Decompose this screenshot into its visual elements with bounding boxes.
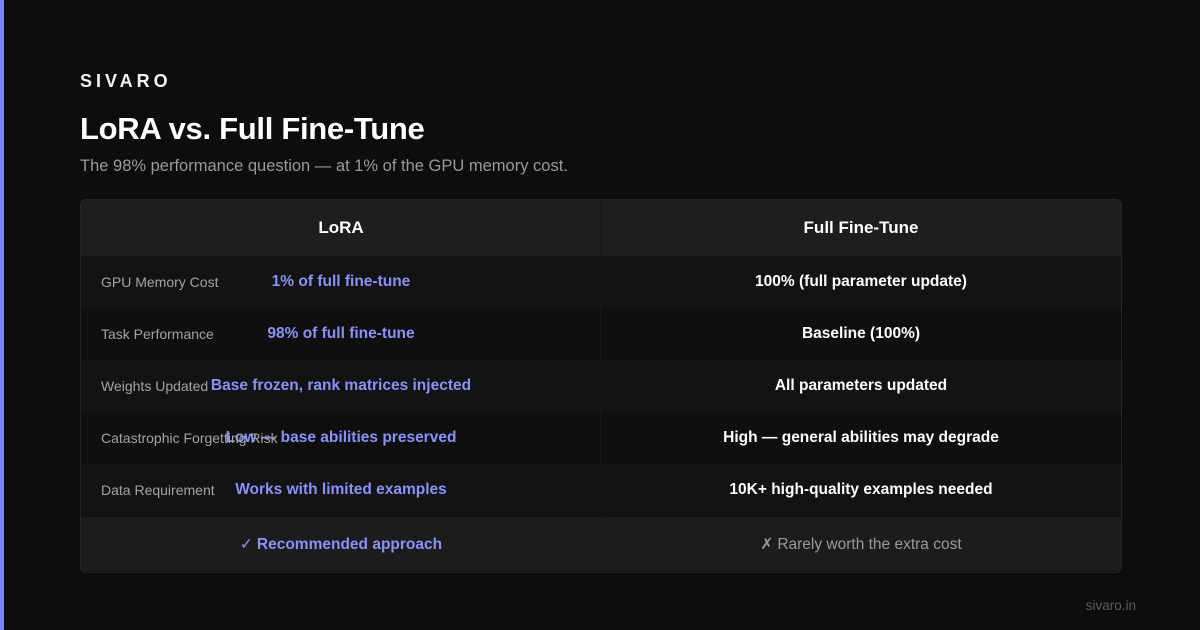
table-row: Works with limited examples Data Require… [81, 464, 1121, 516]
column-header-lora-label: LoRA [318, 218, 364, 237]
row-label: Task Performance [101, 326, 214, 342]
lora-value: 1% of full fine-tune [271, 273, 411, 290]
accent-bar [0, 0, 4, 630]
lora-verdict-label: Recommended approach [256, 535, 443, 553]
lora-value: Base frozen, rank matrices injected [210, 377, 472, 394]
brand-logo: SIVARO [80, 71, 172, 91]
full-fine-tune-verdict-cell: ✗ Rarely worth the extra cost [601, 517, 1121, 571]
full-fine-tune-cell: Baseline (100%) [601, 308, 1121, 360]
row-label: GPU Memory Cost [101, 274, 219, 290]
row-label: Data Requirement [101, 482, 215, 498]
full-fine-tune-cell: 100% (full parameter update) [601, 256, 1121, 308]
row-label: Catastrophic Forgetting Risk [101, 430, 278, 446]
column-header-full-fine-tune: Full Fine-Tune [601, 200, 1121, 256]
comparison-table: LoRA Full Fine-Tune 1% of full fine-tune… [80, 199, 1122, 573]
check-icon: ✓ [239, 535, 253, 553]
table-row: Base frozen, rank matrices injected Weig… [81, 360, 1121, 412]
full-fine-tune-cell: High — general abilities may degrade [601, 412, 1121, 464]
lora-verdict-cell: ✓ Recommended approach [81, 517, 601, 571]
page-subtitle: The 98% performance question — at 1% of … [80, 157, 568, 175]
full-fine-tune-value: High — general abilities may degrade [723, 429, 999, 446]
lora-value: Works with limited examples [235, 481, 447, 498]
table-footer-row: ✓ Recommended approach ✗ Rarely worth the … [81, 517, 1121, 571]
full-fine-tune-cell: 10K+ high-quality examples needed [601, 464, 1121, 516]
table-header-row: LoRA Full Fine-Tune [81, 200, 1121, 256]
page-title: LoRA vs. Full Fine-Tune [80, 111, 425, 146]
table-row: 1% of full fine-tune GPU Memory Cost 100… [81, 256, 1121, 308]
lora-value: 98% of full fine-tune [267, 325, 415, 342]
column-header-lora: LoRA [81, 200, 601, 256]
table-row: 98% of full fine-tune Task Performance B… [81, 308, 1121, 360]
full-fine-tune-value: All parameters updated [774, 377, 948, 394]
full-fine-tune-verdict-label: Rarely worth the extra cost [777, 535, 962, 553]
lora-verdict: ✓ Recommended approach [240, 535, 442, 554]
full-fine-tune-verdict: ✗ Rarely worth the extra cost [760, 535, 961, 554]
full-fine-tune-value: 10K+ high-quality examples needed [729, 481, 993, 498]
site-url: sivaro.in [1085, 598, 1136, 613]
column-header-full-fine-tune-label: Full Fine-Tune [803, 218, 919, 237]
full-fine-tune-value: 100% (full parameter update) [755, 273, 967, 290]
full-fine-tune-cell: All parameters updated [601, 360, 1121, 412]
column-divider [600, 200, 601, 517]
cross-icon: ✗ [760, 535, 774, 553]
row-label: Weights Updated [101, 378, 209, 394]
full-fine-tune-value: Baseline (100%) [801, 325, 921, 342]
table-row: Low — base abilities preserved Catastrop… [81, 412, 1121, 464]
